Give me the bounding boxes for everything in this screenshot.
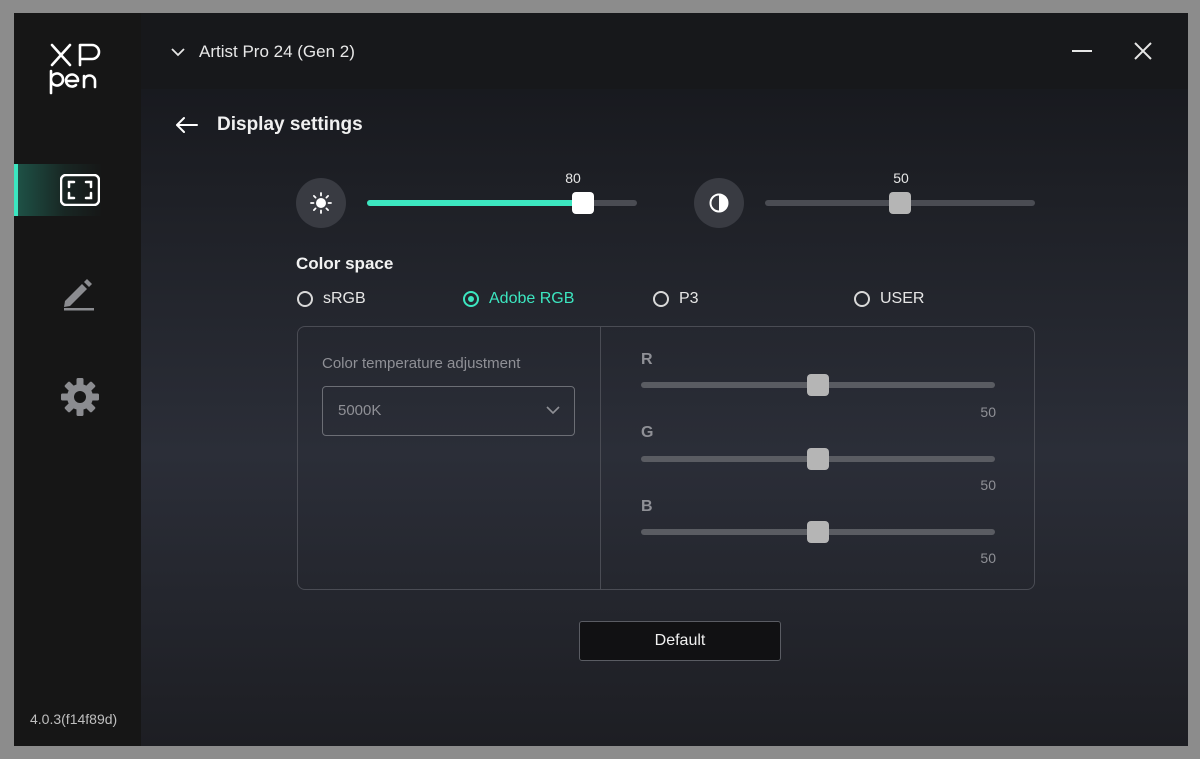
radio-label: sRGB [323, 290, 366, 307]
pen-icon [64, 279, 94, 311]
contrast-slider-thumb[interactable] [889, 192, 911, 214]
xppen-logo [49, 43, 101, 95]
radio-label: USER [880, 290, 925, 307]
contrast-icon [709, 193, 729, 213]
page-header: Display settings [173, 113, 363, 137]
sidebar-item-settings[interactable] [14, 367, 141, 419]
sidebar: 4.0.3(f14f89d) [14, 13, 141, 746]
chevron-down-icon [171, 48, 185, 57]
radio-circle [463, 291, 479, 307]
red-value: 50 [980, 404, 996, 420]
contrast-icon-button [694, 178, 744, 228]
radio-user[interactable]: USER [854, 290, 924, 308]
color-temperature-select[interactable]: 5000K [322, 386, 575, 436]
blue-slider[interactable] [641, 521, 995, 543]
brightness-slider-thumb[interactable] [572, 192, 594, 214]
close-button[interactable] [1131, 39, 1155, 63]
radio-p3[interactable]: P3 [653, 290, 699, 308]
radio-label: Adobe RGB [489, 290, 575, 307]
sidebar-item-display[interactable] [14, 164, 141, 216]
radio-adobe-rgb[interactable]: Adobe RGB [463, 290, 574, 308]
red-label: R [641, 351, 653, 368]
chevron-down-icon [546, 406, 560, 415]
minimize-button[interactable] [1070, 39, 1094, 63]
radio-circle [854, 291, 870, 307]
page-title: Display settings [217, 114, 363, 135]
radio-circle [653, 291, 669, 307]
contrast-slider[interactable] [765, 192, 1035, 214]
color-settings-panel: Color temperature adjustment 5000K R 50 … [297, 326, 1035, 590]
app-window: 4.0.3(f14f89d) Artist Pro 24 (Gen 2) Dis… [14, 13, 1188, 746]
color-temperature-value: 5000K [338, 402, 382, 419]
green-slider[interactable] [641, 448, 995, 470]
contrast-value: 50 [893, 170, 909, 186]
main-panel: Artist Pro 24 (Gen 2) Display settings 8… [141, 13, 1188, 746]
gear-icon [61, 378, 99, 416]
green-slider-thumb[interactable] [807, 448, 829, 470]
blue-slider-thumb[interactable] [807, 521, 829, 543]
brightness-slider-fill [367, 200, 583, 206]
minimize-icon [1072, 50, 1092, 52]
device-selector[interactable]: Artist Pro 24 (Gen 2) [171, 39, 355, 65]
red-slider-thumb[interactable] [807, 374, 829, 396]
radio-circle [297, 291, 313, 307]
title-bar: Artist Pro 24 (Gen 2) [141, 13, 1188, 89]
radio-label: P3 [679, 290, 699, 307]
color-space-title: Color space [296, 254, 394, 273]
device-name: Artist Pro 24 (Gen 2) [199, 42, 355, 61]
red-slider[interactable] [641, 374, 995, 396]
green-value: 50 [980, 477, 996, 493]
sun-icon [310, 192, 332, 214]
version-label: 4.0.3(f14f89d) [30, 711, 118, 727]
blue-label: B [641, 498, 653, 515]
brightness-value: 80 [565, 170, 581, 186]
brightness-icon-button [296, 178, 346, 228]
color-temperature-label: Color temperature adjustment [322, 355, 521, 372]
default-button[interactable]: Default [579, 621, 781, 661]
blue-value: 50 [980, 550, 996, 566]
panel-divider [600, 327, 601, 589]
green-label: G [641, 424, 654, 441]
display-icon [60, 174, 100, 206]
radio-srgb[interactable]: sRGB [297, 290, 366, 308]
sidebar-item-pen[interactable] [14, 265, 141, 317]
brightness-slider[interactable] [367, 192, 637, 214]
back-arrow-icon[interactable] [173, 113, 201, 137]
close-icon [1134, 42, 1152, 60]
